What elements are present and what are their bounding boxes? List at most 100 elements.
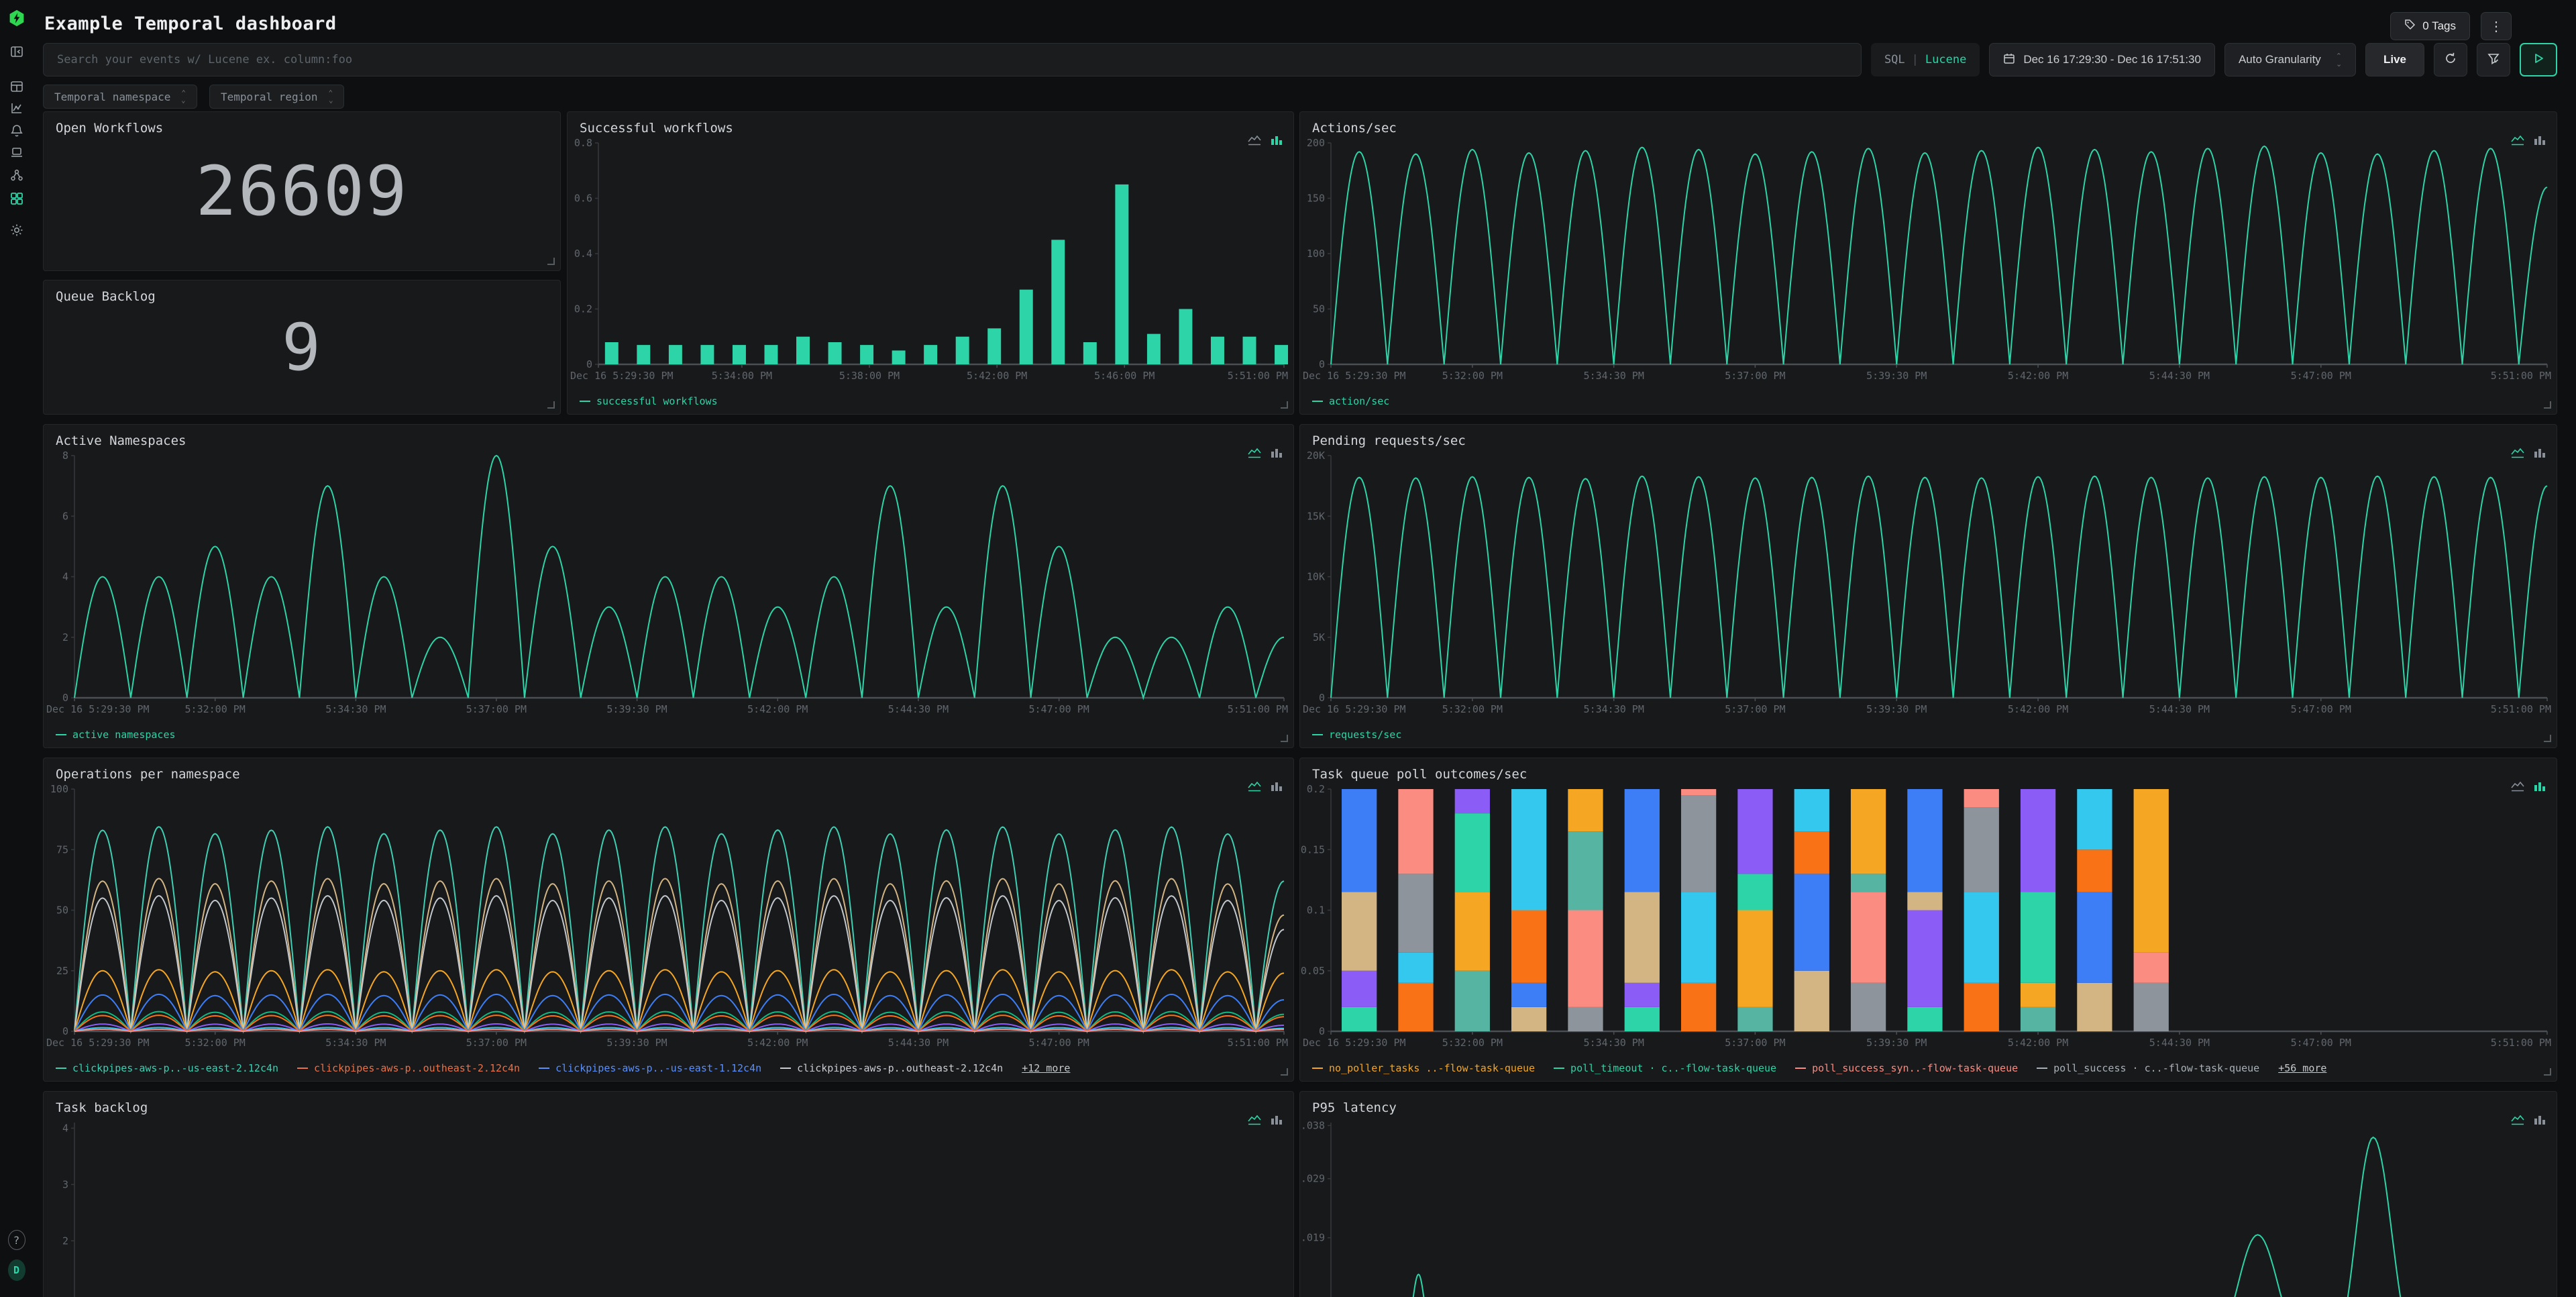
svg-text:0.4: 0.4 bbox=[574, 248, 592, 260]
run-query-button[interactable] bbox=[2520, 43, 2557, 76]
metrics-icon[interactable] bbox=[8, 99, 25, 117]
date-range-button[interactable]: Dec 16 17:29:30 - Dec 16 17:51:30 bbox=[1989, 43, 2215, 76]
legend-label: requests/sec bbox=[1329, 729, 1401, 741]
mode-lucene-label[interactable]: Lucene bbox=[1925, 53, 1966, 66]
legend-item[interactable]: requests/sec bbox=[1312, 729, 1401, 741]
kebab-icon: ⋮ bbox=[2489, 18, 2503, 35]
svg-text:0.15: 0.15 bbox=[1301, 843, 1325, 855]
svg-text:150: 150 bbox=[1307, 193, 1325, 205]
svg-text:5:39:30 PM: 5:39:30 PM bbox=[1866, 370, 1927, 382]
svg-text:5:32:00 PM: 5:32:00 PM bbox=[1442, 370, 1503, 382]
filter-button[interactable] bbox=[2477, 43, 2510, 76]
svg-text:5:38:00 PM: 5:38:00 PM bbox=[839, 370, 900, 382]
svg-text:5:47:00 PM: 5:47:00 PM bbox=[2291, 1037, 2351, 1049]
area-chart-toggle-icon[interactable] bbox=[2511, 135, 2524, 148]
legend-item[interactable]: poll_timeout · c..-flow-task-queue bbox=[1554, 1062, 1776, 1074]
svg-text:4: 4 bbox=[62, 1122, 68, 1134]
refresh-button[interactable] bbox=[2434, 43, 2467, 76]
app-logo-icon[interactable] bbox=[8, 9, 25, 27]
svg-text:5:47:00 PM: 5:47:00 PM bbox=[1028, 703, 1089, 715]
legend-label: clickpipes-aws-p..outheast-2.12c4n bbox=[797, 1062, 1003, 1074]
legend-item[interactable]: poll_success · c..-flow-task-queue bbox=[2037, 1062, 2259, 1074]
legend-label: no_poller_tasks ..-flow-task-queue bbox=[1329, 1062, 1535, 1074]
bar-chart-toggle-icon[interactable] bbox=[1271, 1114, 1283, 1128]
chart-canvas: 00.20.40.60.8Dec 16 5:29:30 PM5:34:00 PM… bbox=[568, 136, 1293, 387]
legend-item[interactable]: poll_success_syn..-flow-task-queue bbox=[1795, 1062, 2018, 1074]
svg-text:5:32:00 PM: 5:32:00 PM bbox=[185, 703, 246, 715]
bar-chart-toggle-icon[interactable] bbox=[2534, 781, 2546, 794]
svg-text:6: 6 bbox=[62, 510, 68, 522]
legend-item[interactable]: active namespaces bbox=[56, 729, 176, 741]
svg-text:5:34:30 PM: 5:34:30 PM bbox=[1584, 703, 1644, 715]
search-input[interactable] bbox=[43, 43, 1862, 76]
chart-svg: 00.20.40.60.8Dec 16 5:29:30 PM5:34:00 PM… bbox=[568, 136, 1293, 387]
panel-open-workflows: Open Workflows 26609 bbox=[43, 111, 561, 271]
legend-item[interactable]: successful workflows bbox=[580, 395, 718, 407]
bar-chart-toggle-icon[interactable] bbox=[1271, 781, 1283, 794]
services-graph-icon[interactable] bbox=[8, 166, 25, 184]
chart-canvas: 0.0190.0290.038Dec 16 5:29:30 PM5:32:00 … bbox=[1300, 1116, 2557, 1297]
legend-item[interactable]: clickpipes-aws-p..-us-east-1.12c4n bbox=[539, 1062, 761, 1074]
dashboards-icon[interactable] bbox=[8, 190, 25, 207]
panel-title: Task queue poll outcomes/sec bbox=[1312, 767, 1527, 782]
legend-item[interactable]: action/sec bbox=[1312, 395, 1389, 407]
filter-temporal-namespace[interactable]: Temporal namespace ⌃⌃ bbox=[43, 85, 197, 109]
collapse-panel-icon[interactable] bbox=[8, 43, 25, 60]
filter-temporal-region[interactable]: Temporal region ⌃⌃ bbox=[209, 85, 344, 109]
bar-chart-toggle-icon[interactable] bbox=[1271, 448, 1283, 461]
legend-more-link[interactable]: +12 more bbox=[1022, 1062, 1070, 1074]
area-chart-toggle-icon[interactable] bbox=[2511, 1114, 2524, 1128]
legend-dash-icon bbox=[1554, 1068, 1564, 1069]
area-chart-toggle-icon[interactable] bbox=[1248, 1114, 1261, 1128]
svg-text:0: 0 bbox=[62, 1025, 68, 1037]
user-avatar[interactable]: D bbox=[8, 1261, 25, 1279]
dashboard-page: ? D Example Temporal dashboard 0 Tags ⋮ … bbox=[0, 0, 2576, 1297]
bar-chart-toggle-icon[interactable] bbox=[1271, 135, 1283, 148]
legend-item[interactable]: clickpipes-aws-p..outheast-2.12c4n bbox=[297, 1062, 520, 1074]
query-mode-toggle[interactable]: SQL | Lucene bbox=[1871, 43, 1980, 76]
legend-label: clickpipes-aws-p..-us-east-1.12c4n bbox=[555, 1062, 761, 1074]
area-chart-toggle-icon[interactable] bbox=[1248, 448, 1261, 461]
chart-svg: 0.0190.0290.038Dec 16 5:29:30 PM5:32:00 … bbox=[1300, 1116, 2557, 1297]
svg-text:0.05: 0.05 bbox=[1301, 965, 1325, 977]
legend-dash-icon bbox=[56, 734, 66, 735]
panel-successful-workflows: Successful workflows 00.20.40.60.8Dec 16… bbox=[567, 111, 1294, 415]
svg-text:Dec 16 5:29:30 PM: Dec 16 5:29:30 PM bbox=[1303, 370, 1406, 382]
svg-text:5:32:00 PM: 5:32:00 PM bbox=[185, 1037, 246, 1049]
svg-text:5K: 5K bbox=[1313, 631, 1325, 643]
legend-item[interactable]: clickpipes-aws-p..-us-east-2.12c4n bbox=[56, 1062, 278, 1074]
legend-more-link[interactable]: +56 more bbox=[2278, 1062, 2326, 1074]
help-button[interactable]: ? bbox=[8, 1231, 25, 1249]
settings-gear-icon[interactable] bbox=[8, 221, 25, 239]
panel-p95-latency: P95 latency 0.0190.0290.038Dec 16 5:29:3… bbox=[1299, 1091, 2557, 1297]
kebab-menu-button[interactable]: ⋮ bbox=[2481, 12, 2512, 40]
alerts-bell-icon[interactable] bbox=[8, 122, 25, 140]
svg-text:0: 0 bbox=[586, 358, 592, 370]
monitor-icon[interactable] bbox=[8, 144, 25, 161]
bar-chart-toggle-icon[interactable] bbox=[2534, 1114, 2546, 1128]
tables-icon[interactable] bbox=[8, 78, 25, 95]
granularity-select[interactable]: Auto Granularity ⌃⌃ bbox=[2224, 43, 2356, 76]
mode-divider: | bbox=[1912, 53, 1919, 66]
legend-label: poll_success_syn..-flow-task-queue bbox=[1812, 1062, 2018, 1074]
svg-text:5:37:00 PM: 5:37:00 PM bbox=[466, 703, 527, 715]
tags-button[interactable]: 0 Tags bbox=[2390, 12, 2470, 40]
live-button[interactable]: Live bbox=[2365, 43, 2424, 76]
area-chart-toggle-icon[interactable] bbox=[2511, 781, 2524, 794]
legend-dash-icon bbox=[1795, 1068, 1806, 1069]
legend-item[interactable]: clickpipes-aws-p..outheast-2.12c4n bbox=[780, 1062, 1003, 1074]
legend-item[interactable]: no_poller_tasks ..-flow-task-queue bbox=[1312, 1062, 1535, 1074]
bar-chart-toggle-icon[interactable] bbox=[2534, 135, 2546, 148]
svg-text:Dec 16 5:29:30 PM: Dec 16 5:29:30 PM bbox=[570, 370, 674, 382]
mode-sql-label[interactable]: SQL bbox=[1884, 53, 1905, 66]
granularity-label: Auto Granularity bbox=[2239, 53, 2321, 66]
panel-pending-requests: Pending requests/sec 05K10K15K20KDec 16 … bbox=[1299, 424, 2557, 748]
area-chart-toggle-icon[interactable] bbox=[1248, 135, 1261, 148]
area-chart-toggle-icon[interactable] bbox=[2511, 448, 2524, 461]
area-chart-toggle-icon[interactable] bbox=[1248, 781, 1261, 794]
filter-chips: Temporal namespace ⌃⌃ Temporal region ⌃⌃ bbox=[43, 85, 344, 109]
svg-text:5:51:00 PM: 5:51:00 PM bbox=[2491, 703, 2551, 715]
bar-chart-toggle-icon[interactable] bbox=[2534, 448, 2546, 461]
svg-text:25: 25 bbox=[56, 965, 68, 977]
svg-text:5:42:00 PM: 5:42:00 PM bbox=[2008, 1037, 2068, 1049]
